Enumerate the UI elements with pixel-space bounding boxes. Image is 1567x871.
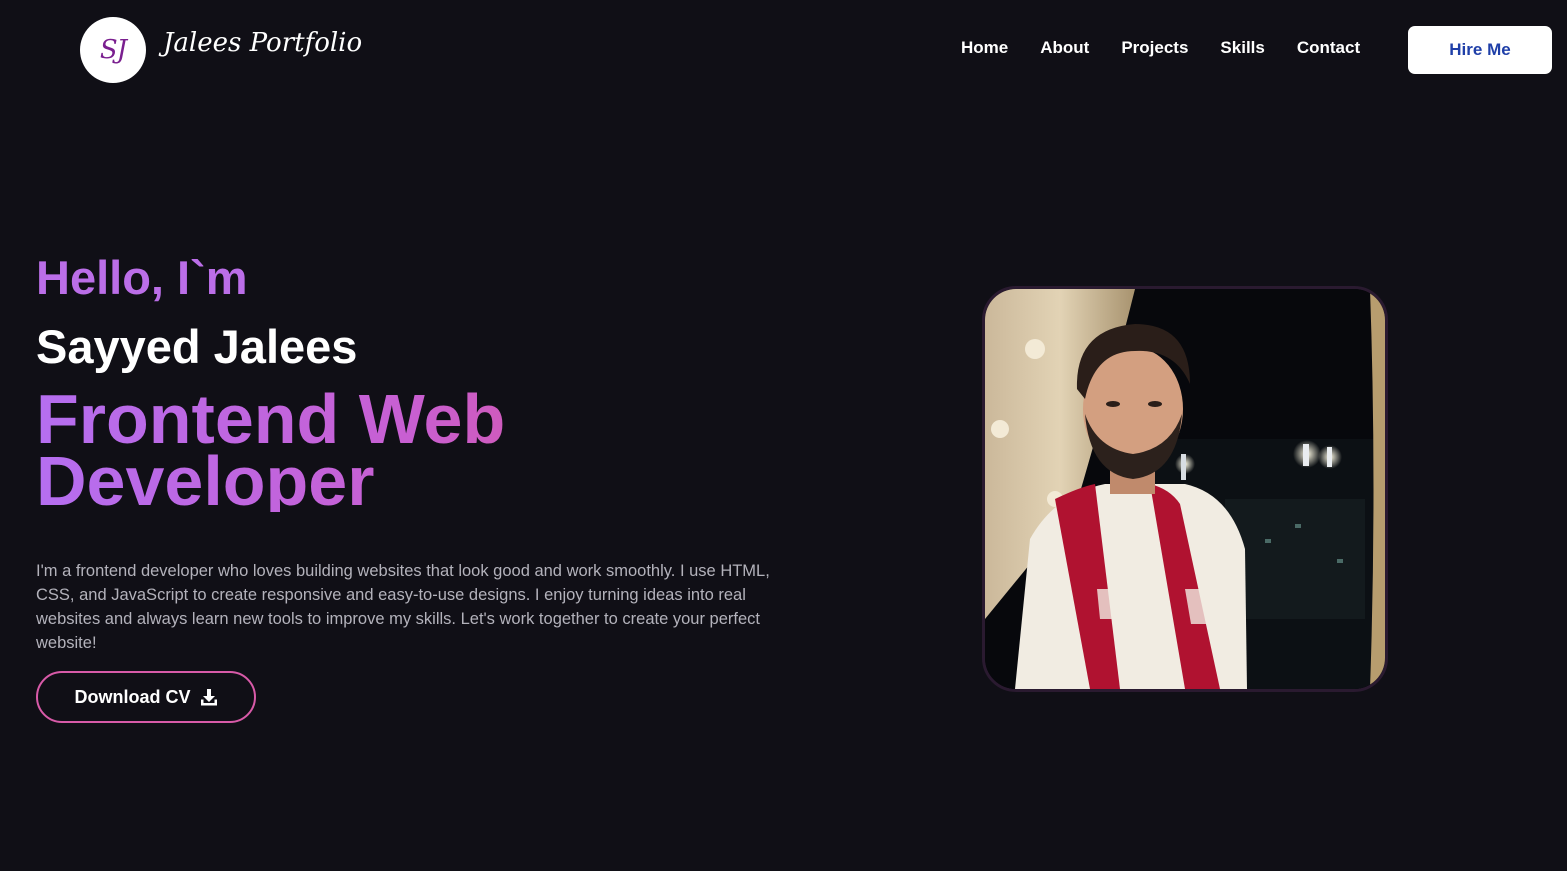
nav-links: Home About Projects Skills Contact xyxy=(945,38,1376,58)
logo-initials: SJ xyxy=(99,35,127,65)
hero-greeting: Hello, I`m xyxy=(36,251,248,304)
download-cv-button[interactable]: Download CV xyxy=(36,671,256,723)
hire-me-label: Hire Me xyxy=(1449,40,1511,59)
brand-name[interactable]: Jalees Portfolio xyxy=(163,28,362,58)
logo-badge[interactable]: SJ xyxy=(80,17,146,83)
nav-link-projects[interactable]: Projects xyxy=(1105,38,1204,58)
download-cv-label: Download CV xyxy=(74,686,191,707)
hero-role-title: Frontend Web Developer xyxy=(36,384,656,516)
nav-link-home[interactable]: Home xyxy=(945,38,1024,58)
download-icon xyxy=(200,688,218,706)
nav-link-about[interactable]: About xyxy=(1024,38,1105,58)
nav-link-contact[interactable]: Contact xyxy=(1281,38,1376,58)
nav-link-skills[interactable]: Skills xyxy=(1204,38,1280,58)
hire-me-button[interactable]: Hire Me xyxy=(1408,26,1552,74)
navbar: SJ Jalees Portfolio Home About Projects … xyxy=(0,0,1567,100)
hero-name: Sayyed Jalees xyxy=(36,320,358,373)
profile-photo xyxy=(982,286,1388,692)
hero-bio: I'm a frontend developer who loves build… xyxy=(36,561,770,652)
